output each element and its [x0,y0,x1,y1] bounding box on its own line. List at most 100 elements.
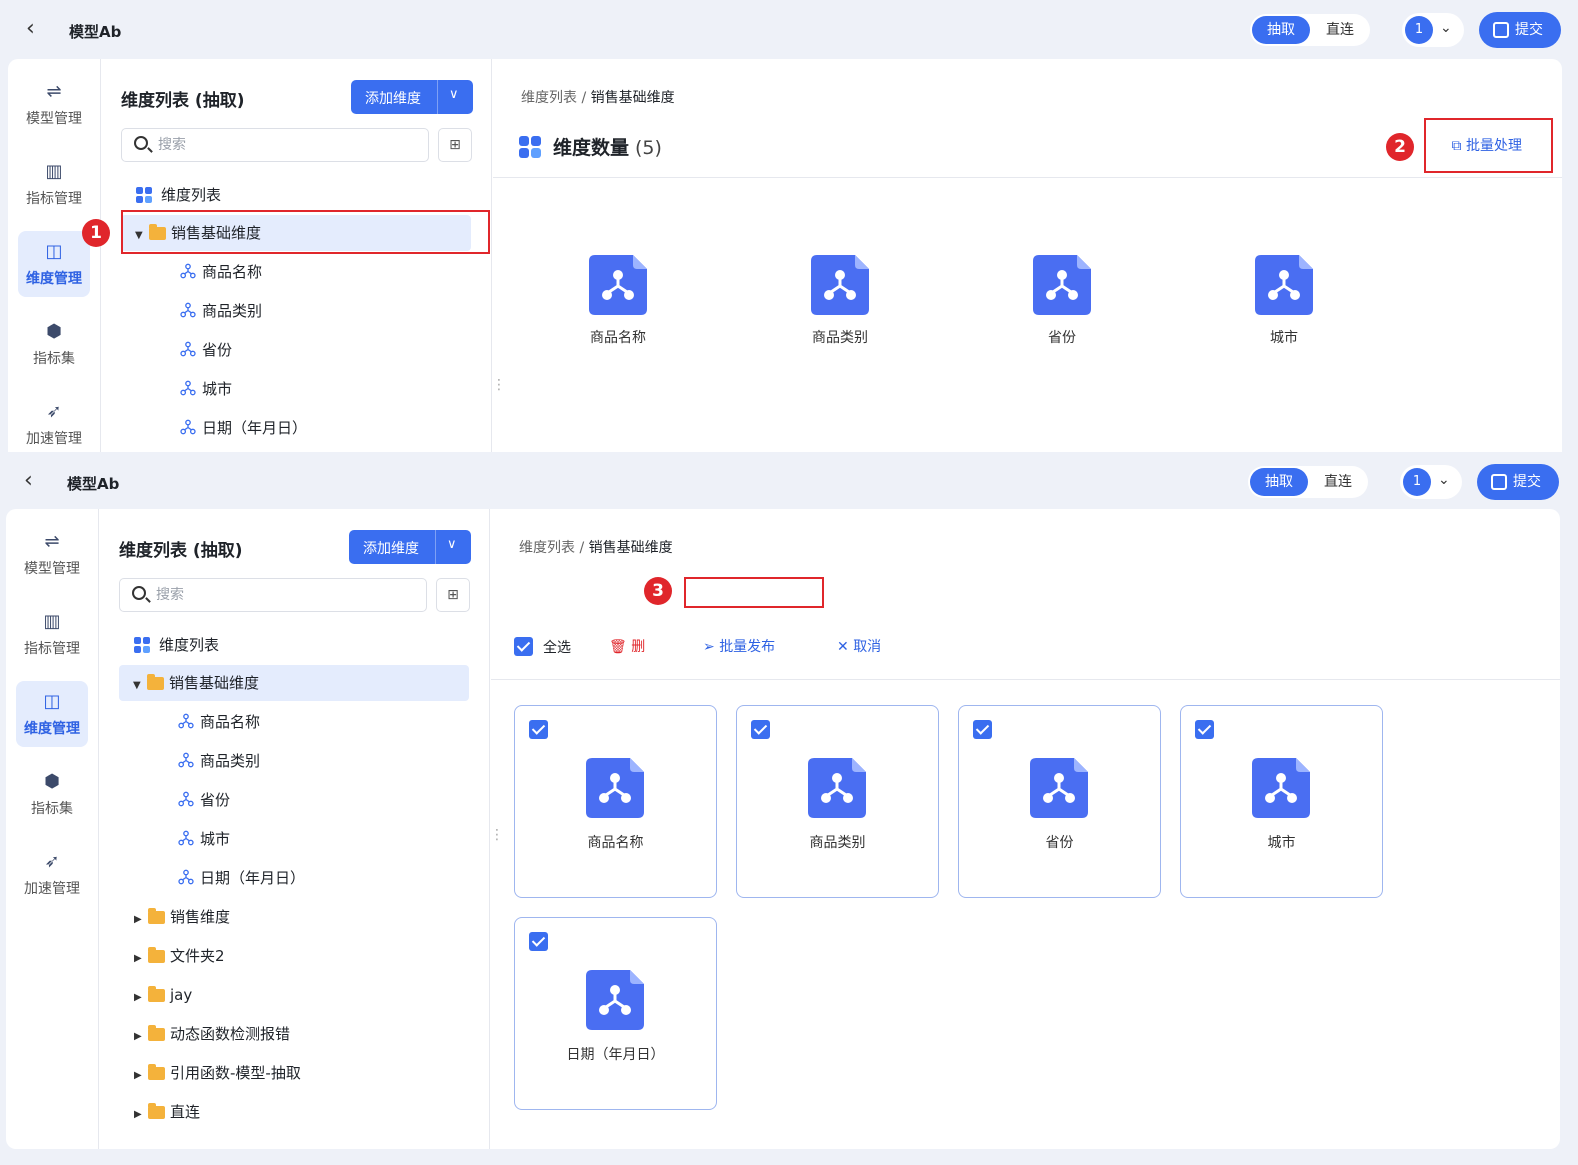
dimension-item[interactable]: 商品名称 [518,255,718,347]
search-input[interactable] [158,135,418,155]
checkbox[interactable] [973,720,992,739]
select-all-checkbox[interactable]: 全选 [514,637,571,658]
nav-item-metric-set[interactable]: ⬢ 指标集 [16,761,88,827]
nav-item-acceleration[interactable]: ➶ 加速管理 [16,841,88,907]
nav-item-dimension[interactable]: ◫ 维度管理 [18,231,90,297]
back-icon[interactable]: ‹ [26,17,35,41]
dimension-file-icon [586,970,644,1030]
tree-leaf[interactable]: 商品类别 [178,743,260,779]
caret-right-icon[interactable]: ▶ [134,980,148,1016]
nav-label: 维度管理 [26,271,82,287]
mode-extract-button[interactable]: 抽取 [1252,16,1310,44]
checkbox[interactable] [529,932,548,951]
search-icon [132,586,146,600]
submit-button[interactable]: 提交 [1477,464,1559,500]
submit-button[interactable]: 提交 [1479,12,1561,48]
checkbox[interactable] [529,720,548,739]
dimension-item[interactable]: 省份 [962,255,1162,347]
tree-leaf[interactable]: 省份 [180,332,232,368]
mode-direct-button[interactable]: 直连 [1310,468,1366,496]
caret-right-icon[interactable]: ▶ [134,941,148,977]
delete-button[interactable]: 🗑 删 [609,637,645,657]
search-input[interactable] [156,585,416,605]
nav-item-dimension[interactable]: ◫ 维度管理 [16,681,88,747]
leaf-label: 日期（年月日） [200,869,306,887]
dimension-card[interactable]: 商品类别 [736,705,939,898]
nav-label: 指标集 [33,351,75,367]
caret-right-icon[interactable]: ▶ [134,1058,148,1094]
tree-leaf[interactable]: 省份 [178,782,230,818]
tree-root[interactable]: 维度列表 [134,627,219,663]
tree-leaf[interactable]: 商品名称 [178,704,260,740]
tree-folder[interactable]: ▶ 销售维度 [134,899,230,935]
metric-icon: ▥ [43,611,61,632]
folder-icon [147,674,164,690]
folder-icon [148,1025,165,1041]
submit-label: 提交 [1515,22,1543,38]
nav-item-metric[interactable]: ▥ 指标管理 [16,601,88,667]
tree-root[interactable]: 维度列表 [136,177,221,213]
nav-label: 指标管理 [26,191,82,207]
tree-leaf[interactable]: 商品类别 [180,293,262,329]
crumb-root[interactable]: 维度列表 [521,90,577,106]
add-dimension-button[interactable]: 添加维度 ∨ [351,80,473,114]
add-dimension-button[interactable]: 添加维度 ∨ [349,530,471,564]
tree-leaf[interactable]: 城市 [178,821,230,857]
new-folder-icon[interactable]: ⊞ [436,578,470,612]
nav-item-metric-set[interactable]: ⬢ 指标集 [18,311,90,377]
new-folder-icon[interactable]: ⊞ [438,128,472,162]
caret-right-icon[interactable]: ▶ [134,1097,148,1133]
nav-item-model[interactable]: ⇌ 模型管理 [16,521,88,587]
model-icon: ⇌ [44,531,60,552]
dimension-item[interactable]: 商品类别 [740,255,940,347]
top-bar: ‹ 模型Ab 抽取 直连 1 ⌄ 提交 [0,0,1578,60]
tree-folder[interactable]: ▶ 文件夹2 [134,938,225,974]
nav-label: 维度管理 [24,721,80,737]
chevron-down-icon[interactable]: ∨ [449,87,459,102]
crumb-sep: / [579,540,585,556]
batch-publish-button[interactable]: ➢ 批量发布 [703,637,775,657]
nav-item-acceleration[interactable]: ➶ 加速管理 [18,391,90,452]
cancel-button[interactable]: ✕ 取消 [837,637,881,657]
caret-right-icon[interactable]: ▶ [134,1019,148,1055]
checkbox[interactable] [1195,720,1214,739]
dimension-tree-panel: 维度列表 (抽取) 添加维度 ∨ ⊞ 维度列表 ▼ 销售基础维度 商品名称 商品类… [100,509,504,1149]
tree-leaf[interactable]: 日期（年月日） [178,860,305,896]
dimension-file-icon [589,255,647,315]
nav-item-metric[interactable]: ▥ 指标管理 [18,151,90,217]
crumb-root[interactable]: 维度列表 [519,540,575,556]
close-icon: ✕ [837,639,854,655]
tree-leaf[interactable]: 日期（年月日） [180,410,307,446]
dimension-name: 商品类别 [809,835,866,851]
count-title: 维度数量 (5) [519,133,662,160]
dimension-item[interactable]: 城市 [1184,255,1384,347]
dimension-file-icon [1033,255,1091,315]
nav-item-model[interactable]: ⇌ 模型管理 [18,71,90,137]
top-bar: ‹ 模型Ab 抽取 直连 1 ⌄ 提交 [0,452,1578,512]
version-select[interactable]: 1 ⌄ [1400,465,1462,499]
dimension-card[interactable]: 商品名称 [514,705,717,898]
dimension-icon: ◫ [43,691,61,712]
step-badge: 2 [1386,133,1414,161]
count-value: (5) [635,137,662,159]
back-icon[interactable]: ‹ [24,469,33,493]
tree-folder[interactable]: ▶ 引用函数-模型-抽取 [134,1055,301,1091]
tree-leaf[interactable]: 城市 [180,371,232,407]
tree-folder[interactable]: ▶ 直连 [134,1094,200,1130]
tree-folder[interactable]: ▶ 动态函数检测报错 [134,1016,290,1052]
dimension-name: 省份 [1045,835,1074,851]
mode-extract-button[interactable]: 抽取 [1250,468,1308,496]
tree-folder-selected[interactable]: ▼ 销售基础维度 [119,665,469,701]
chevron-down-icon[interactable]: ∨ [447,537,457,552]
caret-right-icon[interactable]: ▶ [134,902,148,938]
mode-direct-button[interactable]: 直连 [1312,16,1368,44]
tree-folder[interactable]: ▶ jay [134,977,192,1013]
version-select[interactable]: 1 ⌄ [1402,13,1464,47]
tree-leaf[interactable]: 商品名称 [180,254,262,290]
dimension-card[interactable]: 日期（年月日） [514,917,717,1110]
dimension-card[interactable]: 城市 [1180,705,1383,898]
checkbox[interactable] [751,720,770,739]
dimension-card[interactable]: 省份 [958,705,1161,898]
dimension-name: 省份 [1048,330,1076,346]
caret-down-icon[interactable]: ▼ [133,668,147,704]
